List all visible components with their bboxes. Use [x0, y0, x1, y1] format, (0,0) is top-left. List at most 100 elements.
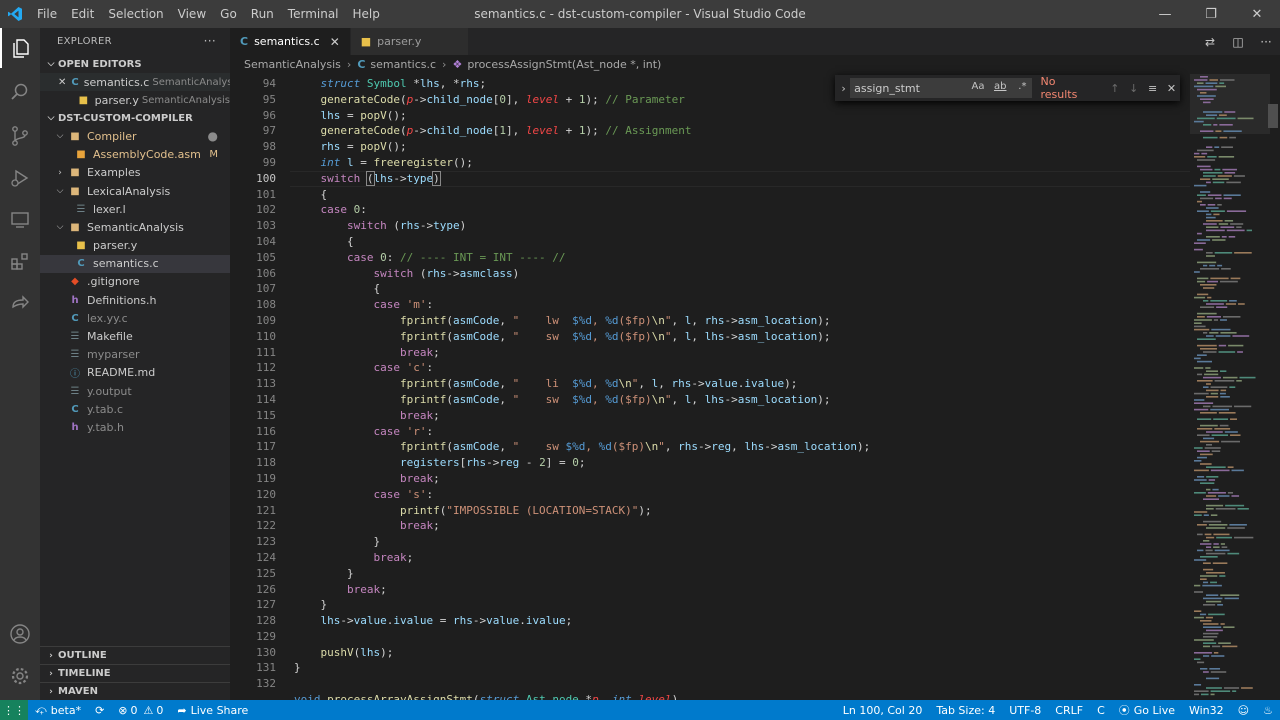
menu-help[interactable]: Help — [346, 0, 387, 28]
minimap-line — [1194, 152, 1200, 155]
line-ending[interactable]: CRLF — [1048, 704, 1090, 717]
cursor-position[interactable]: Ln 100, Col 20 — [836, 704, 930, 717]
breadcrumb-folder[interactable]: SemanticAnalysis — [244, 58, 341, 71]
find-input[interactable]: assign_stmt Aa ab .* — [850, 78, 1033, 98]
open-editors-section[interactable]: ⌵ OPEN EDITORS — [40, 55, 230, 73]
minimap-line — [1200, 556, 1218, 558]
platform[interactable]: Win32 — [1182, 704, 1231, 717]
close-window-icon[interactable]: ✕ — [1234, 0, 1280, 28]
minimap[interactable] — [1190, 74, 1270, 700]
extensions-icon[interactable] — [0, 242, 40, 282]
close-icon[interactable]: ✕ — [1163, 82, 1180, 95]
run-debug-icon[interactable] — [0, 158, 40, 198]
makefile-icon: ☰ — [70, 331, 80, 343]
file-item[interactable]: h Definitions.h — [40, 291, 230, 309]
chevron-right-icon[interactable]: › — [837, 82, 850, 95]
feedback-icon[interactable]: ☺ — [1231, 704, 1256, 717]
code-editor[interactable]: 94 95 96 97 98 99 100 101 102 103 104 105 106 107 108 1… — [230, 74, 1280, 700]
tab-size[interactable]: Tab Size: 4 — [929, 704, 1002, 717]
manage-gear-icon[interactable] — [0, 656, 40, 696]
menu-edit[interactable]: Edit — [64, 0, 101, 28]
minimap-line — [1218, 642, 1231, 644]
open-editor-item[interactable]: ■ parser.y SemanticAnalysis — [40, 91, 230, 109]
tab-semantics[interactable]: C semantics.c ✕ — [230, 28, 351, 55]
file-item[interactable]: ■ parser.y — [40, 237, 230, 255]
file-item[interactable]: ☰ myparser — [40, 346, 230, 364]
breadcrumb-file[interactable]: semantics.c — [370, 58, 436, 71]
file-item[interactable]: C lex.yy.c — [40, 309, 230, 327]
file-item[interactable]: ☰ lexer.l — [40, 200, 230, 218]
source-control-icon[interactable] — [0, 116, 40, 156]
remote-explorer-icon[interactable] — [0, 200, 40, 240]
folder-item[interactable]: ⌵ ■ LexicalAnalysis — [40, 182, 230, 200]
timeline-section[interactable]: › TIMELINE — [40, 664, 230, 682]
code-lines[interactable]: struct Symbol *lhs, *rhs; generateCode(p… — [294, 76, 1194, 700]
branch-item[interactable]: ⤽ beta* — [28, 703, 88, 717]
menu-selection[interactable]: Selection — [101, 0, 170, 28]
minimap-line — [1206, 495, 1217, 497]
minimap-line — [1224, 220, 1234, 222]
tab-parser[interactable]: ■ parser.y — [350, 28, 469, 55]
find-in-selection-icon[interactable]: ≡ — [1144, 82, 1161, 95]
go-live-item[interactable]: ⦿ Go Live — [1112, 702, 1182, 718]
accounts-icon[interactable] — [0, 614, 40, 654]
file-item-selected[interactable]: C semantics.c — [40, 254, 230, 273]
maven-section[interactable]: › MAVEN — [40, 682, 230, 700]
regex-toggle[interactable]: .* — [1018, 81, 1026, 92]
file-item[interactable]: ☰ y.output — [40, 382, 230, 400]
vertical-scrollbar-thumb[interactable] — [1268, 104, 1278, 128]
file-item[interactable]: h y.tab.h — [40, 418, 230, 436]
problems-item[interactable]: ⊗ 0 ⚠ 0 — [111, 704, 170, 717]
previous-match-icon[interactable]: ↑ — [1106, 82, 1123, 95]
asm-file-icon: ■ — [76, 149, 86, 161]
menu-file[interactable]: File — [30, 0, 64, 28]
minimize-icon[interactable]: — — [1142, 0, 1188, 28]
restore-icon[interactable]: ❐ — [1188, 0, 1234, 28]
close-tab-icon[interactable]: ✕ — [330, 35, 340, 49]
folder-item[interactable]: ⌵ ■ Compiler ● — [40, 127, 230, 145]
live-share-item[interactable]: ➦ Live Share — [170, 704, 255, 717]
file-item[interactable]: ◆ .gitignore — [40, 273, 230, 291]
minimap-line — [1231, 469, 1244, 472]
encoding[interactable]: UTF-8 — [1002, 704, 1048, 717]
close-icon[interactable]: ✕ — [58, 77, 66, 88]
line-number: 108 — [256, 298, 276, 312]
menu-view[interactable]: View — [171, 0, 213, 28]
sync-item[interactable]: ⟳ — [88, 704, 111, 717]
next-match-icon[interactable]: ↓ — [1125, 82, 1142, 95]
minimap-line — [1194, 652, 1212, 654]
more-actions-icon[interactable]: ··· — [204, 34, 216, 48]
line-number: 99 — [262, 155, 276, 169]
split-editor-icon[interactable]: ◫ — [1224, 35, 1252, 49]
more-actions-icon[interactable]: ··· — [1252, 35, 1280, 49]
open-changes-icon[interactable]: ⇄ — [1196, 35, 1224, 49]
menu-run[interactable]: Run — [244, 0, 281, 28]
menu-terminal[interactable]: Terminal — [281, 0, 346, 28]
match-case-toggle[interactable]: Aa — [972, 81, 985, 92]
explorer-icon[interactable] — [0, 28, 40, 68]
minimap-line — [1203, 175, 1216, 177]
outline-section[interactable]: › OUTLINE — [40, 646, 230, 664]
file-label: lexer.l — [93, 202, 126, 216]
live-share-icon[interactable] — [0, 284, 40, 324]
language-mode[interactable]: C — [1090, 704, 1112, 717]
notifications-bell-icon[interactable]: ♨ — [1256, 704, 1280, 717]
menu-go[interactable]: Go — [213, 0, 244, 28]
match-word-toggle[interactable]: ab — [994, 81, 1006, 92]
folder-item[interactable]: › ■ Examples — [40, 164, 230, 182]
remote-indicator-icon[interactable]: ⋮⋮ — [0, 700, 28, 720]
find-input-value: assign_stmt — [854, 81, 920, 95]
open-editor-item[interactable]: ✕ C semantics.c SemanticAnalysis — [40, 73, 230, 92]
project-section[interactable]: ⌵ DST-CUSTOM-COMPILER — [40, 109, 230, 127]
file-item[interactable]: ☰ Makefile — [40, 327, 230, 345]
minimap-line — [1206, 303, 1224, 305]
minimap-line — [1194, 242, 1206, 244]
search-icon[interactable] — [0, 72, 40, 112]
folder-item[interactable]: ⌵ ■ SemanticAnalysis — [40, 218, 230, 236]
file-item[interactable]: ■ AssemblyCode.asm M — [40, 146, 230, 164]
breadcrumb-symbol[interactable]: processAssignStmt(Ast_node *, int) — [467, 58, 661, 71]
file-item[interactable]: ⓘ README.md — [40, 364, 230, 382]
yacc-file-icon: ■ — [76, 240, 86, 252]
file-item[interactable]: C y.tab.c — [40, 400, 230, 418]
code-line: lhs->value.ivalue = rhs->value.ivalue; — [320, 614, 573, 628]
